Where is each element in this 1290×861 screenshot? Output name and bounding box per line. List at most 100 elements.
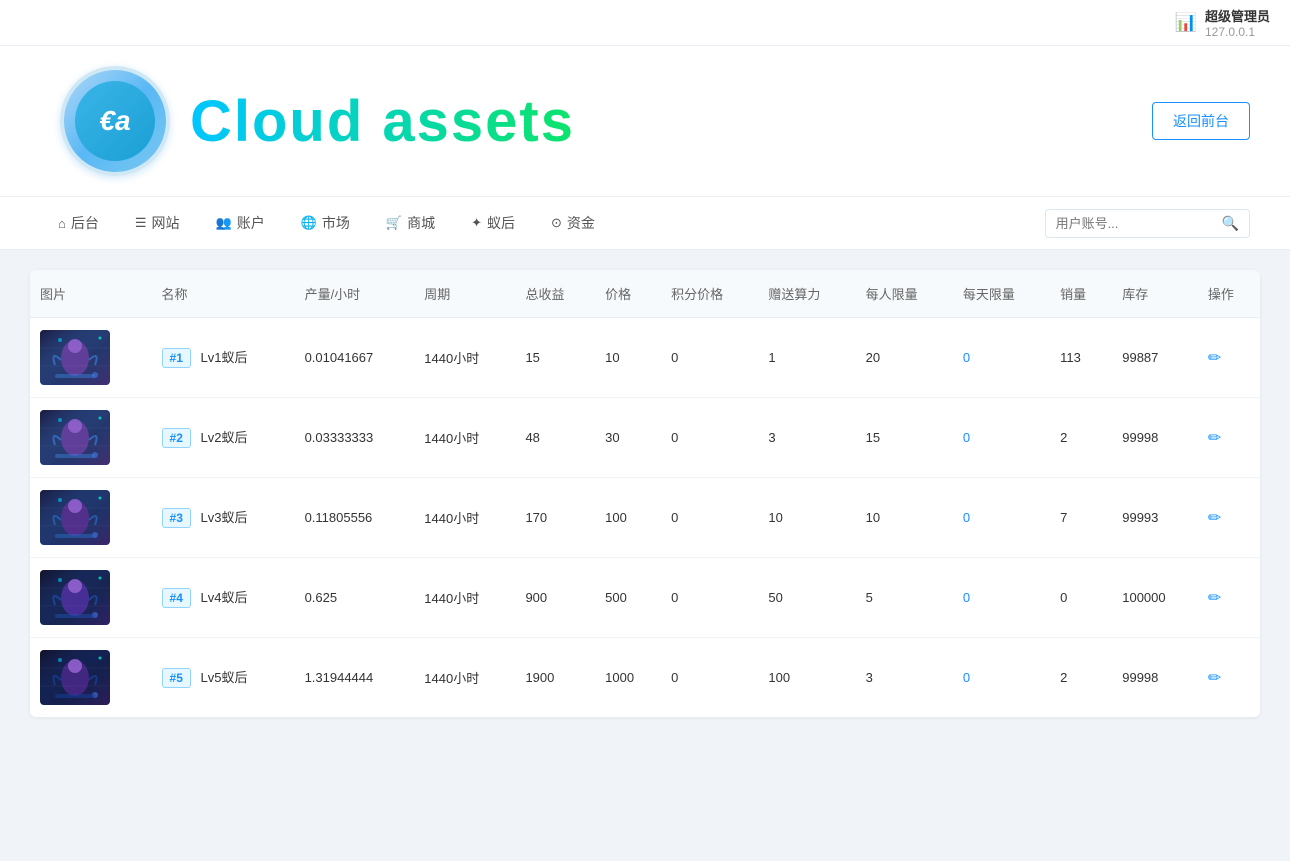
cell-name: #4 Lv4蚁后: [152, 558, 295, 638]
nav-market[interactable]: 🌐 市场: [283, 197, 368, 249]
nav-website-label: 网站: [152, 213, 180, 233]
cell-name: #3 Lv3蚁后: [152, 478, 295, 558]
table-row: #1 Lv1蚁后 0.01041667 1440小时 15 10 0 1 20 …: [30, 318, 1260, 398]
cell-rate: 0.03333333: [295, 398, 415, 478]
cell-sales: 2: [1050, 638, 1112, 718]
edit-button[interactable]: ✏: [1208, 350, 1221, 367]
header: Cloud assets 返回前台: [0, 46, 1290, 197]
cell-score-price: 0: [661, 398, 758, 478]
header-left: Cloud assets: [60, 66, 575, 176]
nav-funds[interactable]: ⊙ 资金: [533, 197, 613, 249]
cell-sales: 0: [1050, 558, 1112, 638]
cell-cycle: 1440小时: [414, 638, 515, 718]
nav-account[interactable]: 👥 账户: [198, 197, 283, 249]
user-icon: 📊: [1175, 12, 1197, 33]
cell-score-price: 0: [661, 558, 758, 638]
back-button[interactable]: 返回前台: [1152, 102, 1250, 140]
nav-shop-label: 商城: [407, 213, 435, 233]
cell-daily-limit: 0: [953, 638, 1050, 718]
col-sales: 销量: [1050, 270, 1112, 318]
cell-action[interactable]: ✏: [1198, 638, 1260, 718]
cell-action[interactable]: ✏: [1198, 398, 1260, 478]
col-per-limit: 每人限量: [856, 270, 953, 318]
row-name: Lv2蚁后: [201, 430, 248, 445]
nav: ⌂ 后台 ☰ 网站 👥 账户 🌐 市场 🛒 商城 ✦ 蚁后 ⊙ 资金 🔍: [0, 197, 1290, 250]
search-input[interactable]: [1056, 216, 1216, 231]
cell-action[interactable]: ✏: [1198, 318, 1260, 398]
cell-rate: 0.11805556: [295, 478, 415, 558]
market-icon: 🌐: [301, 215, 317, 231]
edit-button[interactable]: ✏: [1208, 430, 1221, 447]
top-bar: 📊 超级管理员 127.0.0.1: [0, 0, 1290, 46]
cell-cycle: 1440小时: [414, 398, 515, 478]
main-content: 图片 名称 产量/小时 周期 总收益 价格 积分价格 赠送算力 每人限量 每天限…: [0, 250, 1290, 737]
edit-button[interactable]: ✏: [1208, 590, 1221, 607]
row-badge: #5: [162, 668, 191, 688]
row-name: Lv1蚁后: [201, 350, 248, 365]
nav-shop[interactable]: 🛒 商城: [368, 197, 453, 249]
shop-icon: 🛒: [386, 215, 402, 231]
cell-per-limit: 20: [856, 318, 953, 398]
cell-daily-limit: 0: [953, 478, 1050, 558]
row-name: Lv5蚁后: [201, 670, 248, 685]
cell-action[interactable]: ✏: [1198, 558, 1260, 638]
col-daily-limit: 每天限量: [953, 270, 1050, 318]
nav-funds-label: 资金: [567, 213, 595, 233]
row-badge: #1: [162, 348, 191, 368]
nav-meihou-label: 蚁后: [487, 213, 515, 233]
col-total: 总收益: [515, 270, 595, 318]
cell-bonus: 10: [758, 478, 855, 558]
col-bonus: 赠送算力: [758, 270, 855, 318]
row-badge: #4: [162, 588, 191, 608]
logo-inner: [75, 81, 155, 161]
cell-image: [30, 478, 152, 558]
cell-daily-limit: 0: [953, 558, 1050, 638]
cell-cycle: 1440小时: [414, 478, 515, 558]
meihou-icon: ✦: [471, 215, 482, 231]
cell-bonus: 50: [758, 558, 855, 638]
nav-home[interactable]: ⌂ 后台: [40, 197, 117, 249]
nav-market-label: 市场: [322, 213, 350, 233]
cell-sales: 7: [1050, 478, 1112, 558]
row-name: Lv3蚁后: [201, 510, 248, 525]
col-name: 名称: [152, 270, 295, 318]
cell-cycle: 1440小时: [414, 318, 515, 398]
cell-action[interactable]: ✏: [1198, 478, 1260, 558]
edit-button[interactable]: ✏: [1208, 510, 1221, 527]
cell-per-limit: 5: [856, 558, 953, 638]
cell-bonus: 100: [758, 638, 855, 718]
cell-price: 500: [595, 558, 661, 638]
product-table: 图片 名称 产量/小时 周期 总收益 价格 积分价格 赠送算力 每人限量 每天限…: [30, 270, 1260, 717]
cell-price: 1000: [595, 638, 661, 718]
table-row: #5 Lv5蚁后 1.31944444 1440小时 1900 1000 0 1…: [30, 638, 1260, 718]
search-icon: 🔍: [1222, 215, 1239, 232]
col-price: 价格: [595, 270, 661, 318]
nav-home-label: 后台: [71, 213, 99, 233]
nav-website[interactable]: ☰ 网站: [117, 197, 198, 249]
cell-daily-limit: 0: [953, 398, 1050, 478]
cell-total: 1900: [515, 638, 595, 718]
table-header-row: 图片 名称 产量/小时 周期 总收益 价格 积分价格 赠送算力 每人限量 每天限…: [30, 270, 1260, 318]
col-stock: 库存: [1112, 270, 1198, 318]
account-icon: 👥: [216, 215, 232, 231]
table-row: #4 Lv4蚁后 0.625 1440小时 900 500 0 50 5 0 0…: [30, 558, 1260, 638]
cell-image: [30, 638, 152, 718]
username: 超级管理员: [1205, 6, 1270, 25]
col-cycle: 周期: [414, 270, 515, 318]
cell-sales: 2: [1050, 398, 1112, 478]
cell-name: #5 Lv5蚁后: [152, 638, 295, 718]
table-row: #2 Lv2蚁后 0.03333333 1440小时 48 30 0 3 15 …: [30, 398, 1260, 478]
nav-meihou[interactable]: ✦ 蚁后: [453, 197, 533, 249]
search-box[interactable]: 🔍: [1045, 209, 1250, 238]
cell-name: #2 Lv2蚁后: [152, 398, 295, 478]
funds-icon: ⊙: [551, 215, 562, 231]
cell-score-price: 0: [661, 638, 758, 718]
site-title: Cloud assets: [190, 88, 575, 155]
cell-cycle: 1440小时: [414, 558, 515, 638]
edit-button[interactable]: ✏: [1208, 670, 1221, 687]
cell-image: [30, 318, 152, 398]
product-table-container: 图片 名称 产量/小时 周期 总收益 价格 积分价格 赠送算力 每人限量 每天限…: [30, 270, 1260, 717]
cell-name: #1 Lv1蚁后: [152, 318, 295, 398]
cell-bonus: 3: [758, 398, 855, 478]
col-score-price: 积分价格: [661, 270, 758, 318]
